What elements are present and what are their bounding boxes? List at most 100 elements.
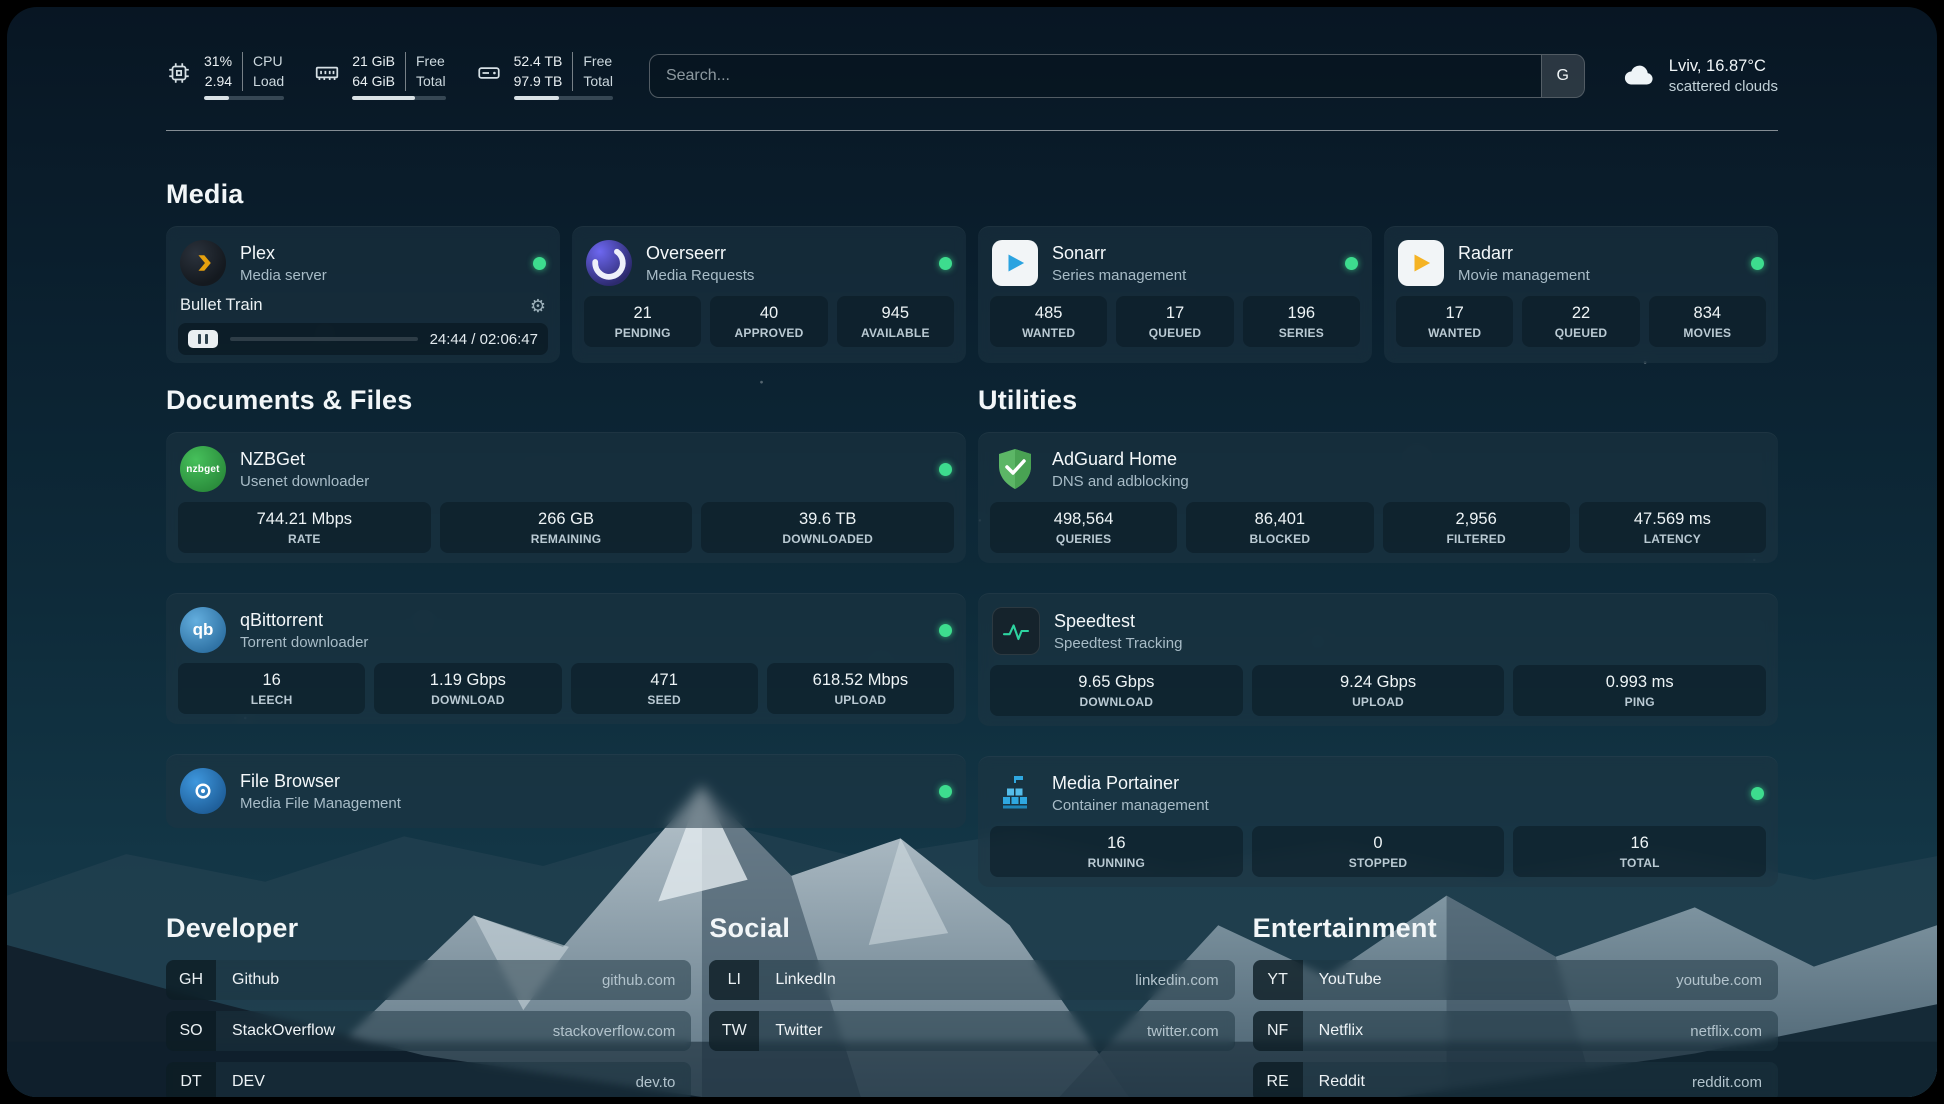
disk-icon	[476, 52, 502, 91]
service-name: Plex	[240, 243, 327, 264]
memory-total-label: Total	[416, 72, 446, 92]
service-card-plex[interactable]: Plex Media server Bullet Train ⚙	[166, 226, 560, 363]
bookmark-name: Netflix	[1319, 1022, 1363, 1040]
bookmark-abbr: YT	[1253, 960, 1303, 1000]
bookmark-dev[interactable]: DT DEV dev.to	[166, 1062, 691, 1097]
portainer-icon	[992, 770, 1038, 816]
disk-free: 52.4 TB	[514, 52, 563, 72]
memory-total: 64 GiB	[352, 72, 395, 92]
service-desc: Series management	[1052, 267, 1186, 284]
stat-upload: 9.24 Gbps UPLOAD	[1252, 665, 1505, 716]
stat-leech: 16 LEECH	[178, 663, 365, 714]
status-dot-online	[1751, 787, 1764, 800]
stat-blocked: 86,401 BLOCKED	[1186, 502, 1373, 553]
service-card-qbittorrent[interactable]: qb qBittorrent Torrent downloader 16	[166, 593, 966, 724]
disk-total: 97.9 TB	[514, 72, 563, 92]
service-card-sonarr[interactable]: Sonarr Series management 485 WANTED 17 Q…	[978, 226, 1372, 363]
gear-icon[interactable]: ⚙	[530, 297, 546, 315]
service-card-filebrowser[interactable]: File Browser Media File Management	[166, 754, 966, 828]
bookmark-linkedin[interactable]: LI LinkedIn linkedin.com	[709, 960, 1234, 1000]
bookmark-abbr: GH	[166, 960, 216, 1000]
service-desc: Movie management	[1458, 267, 1590, 284]
bookmark-netflix[interactable]: NF Netflix netflix.com	[1253, 1011, 1778, 1051]
section-documents: Documents & Files nzbget NZBGet Usenet d…	[166, 385, 966, 887]
memory-progress-bar	[352, 96, 445, 100]
speedtest-icon	[992, 607, 1040, 655]
topbar-divider	[166, 130, 1778, 131]
bookmark-abbr: SO	[166, 1011, 216, 1051]
service-desc: Container management	[1052, 797, 1209, 814]
playback-time: 24:44 / 02:06:47	[430, 331, 538, 348]
plex-player: 24:44 / 02:06:47	[178, 323, 548, 355]
nzbget-icon: nzbget	[180, 446, 226, 492]
sonarr-icon	[992, 240, 1038, 286]
bookmark-twitter[interactable]: TW Twitter twitter.com	[709, 1011, 1234, 1051]
playback-progress-bar[interactable]	[230, 337, 418, 341]
utilities-heading: Utilities	[978, 385, 1778, 416]
bookmark-abbr: RE	[1253, 1062, 1303, 1097]
overseerr-icon	[586, 240, 632, 286]
stat-filtered: 2,956 FILTERED	[1383, 502, 1570, 553]
bookmark-url: linkedin.com	[1135, 972, 1218, 989]
bookmark-youtube[interactable]: YT YouTube youtube.com	[1253, 960, 1778, 1000]
stat-pending: 21 PENDING	[584, 296, 701, 347]
weather-condition: scattered clouds	[1669, 78, 1778, 95]
cpu-label: CPU	[253, 52, 284, 72]
status-dot-online	[939, 785, 952, 798]
service-card-portainer[interactable]: Media Portainer Container management 16 …	[978, 756, 1778, 887]
dashboard-window: 31% 2.94 CPU Load	[7, 7, 1937, 1097]
service-desc: Torrent downloader	[240, 634, 368, 651]
cpu-percent: 31%	[204, 52, 232, 72]
stat-wanted: 485 WANTED	[990, 296, 1107, 347]
stat-downloaded: 39.6 TB DOWNLOADED	[701, 502, 954, 553]
service-name: NZBGet	[240, 449, 369, 470]
documents-heading: Documents & Files	[166, 385, 966, 416]
stat-latency: 47.569 ms LATENCY	[1579, 502, 1766, 553]
stat-approved: 40 APPROVED	[710, 296, 827, 347]
bookmark-abbr: DT	[166, 1062, 216, 1097]
bookmark-name: StackOverflow	[232, 1022, 335, 1040]
bookmark-reddit[interactable]: RE Reddit reddit.com	[1253, 1062, 1778, 1097]
cpu-stats: 31% 2.94 CPU Load	[204, 52, 284, 100]
disk-stats: 52.4 TB 97.9 TB Free Total	[514, 52, 613, 100]
section-utilities: Utilities	[978, 385, 1778, 887]
entertainment-heading: Entertainment	[1253, 913, 1778, 944]
section-media: Media Plex Media server	[166, 179, 1778, 363]
stat-stopped: 0 STOPPED	[1252, 826, 1505, 877]
bookmark-stackoverflow[interactable]: SO StackOverflow stackoverflow.com	[166, 1011, 691, 1051]
service-name: AdGuard Home	[1052, 449, 1189, 470]
stat-ping: 0.993 ms PING	[1513, 665, 1766, 716]
service-name: qBittorrent	[240, 610, 368, 631]
service-card-overseerr[interactable]: Overseerr Media Requests 21 PENDING 40 A…	[572, 226, 966, 363]
bookmark-name: Twitter	[775, 1022, 822, 1040]
service-card-adguard[interactable]: AdGuard Home DNS and adblocking 498,564 …	[978, 432, 1778, 563]
bookmark-url: github.com	[602, 972, 675, 989]
search-provider-button[interactable]: G	[1541, 55, 1584, 97]
bookmark-group-developer: Developer GH Github github.com SO StackO…	[166, 913, 691, 1097]
nzbget-icon-text: nzbget	[186, 464, 219, 475]
stat-rate: 744.21 Mbps RATE	[178, 502, 431, 553]
bookmark-name: Reddit	[1319, 1073, 1365, 1091]
cpu-icon	[166, 52, 192, 91]
service-name: Sonarr	[1052, 243, 1186, 264]
bookmark-url: stackoverflow.com	[553, 1023, 676, 1040]
service-name: Speedtest	[1054, 611, 1182, 632]
stat-total: 16 TOTAL	[1513, 826, 1766, 877]
service-card-radarr[interactable]: Radarr Movie management 17 WANTED 22 QUE…	[1384, 226, 1778, 363]
service-desc: DNS and adblocking	[1052, 473, 1189, 490]
weather-widget: Lviv, 16.87°C scattered clouds	[1621, 57, 1778, 95]
service-name: File Browser	[240, 771, 401, 792]
pause-button[interactable]	[188, 330, 218, 348]
cpu-load-label: Load	[253, 72, 284, 92]
search-input[interactable]	[650, 55, 1541, 97]
service-card-nzbget[interactable]: nzbget NZBGet Usenet downloader 744.21 M…	[166, 432, 966, 563]
bookmark-abbr: TW	[709, 1011, 759, 1051]
service-card-speedtest[interactable]: Speedtest Speedtest Tracking 9.65 Gbps D…	[978, 593, 1778, 726]
media-heading: Media	[166, 179, 1778, 210]
service-name: Radarr	[1458, 243, 1590, 264]
bookmark-github[interactable]: GH Github github.com	[166, 960, 691, 1000]
memory-free: 21 GiB	[352, 52, 395, 72]
bookmark-url: twitter.com	[1147, 1023, 1219, 1040]
memory-free-label: Free	[416, 52, 446, 72]
adguard-icon	[992, 446, 1038, 492]
